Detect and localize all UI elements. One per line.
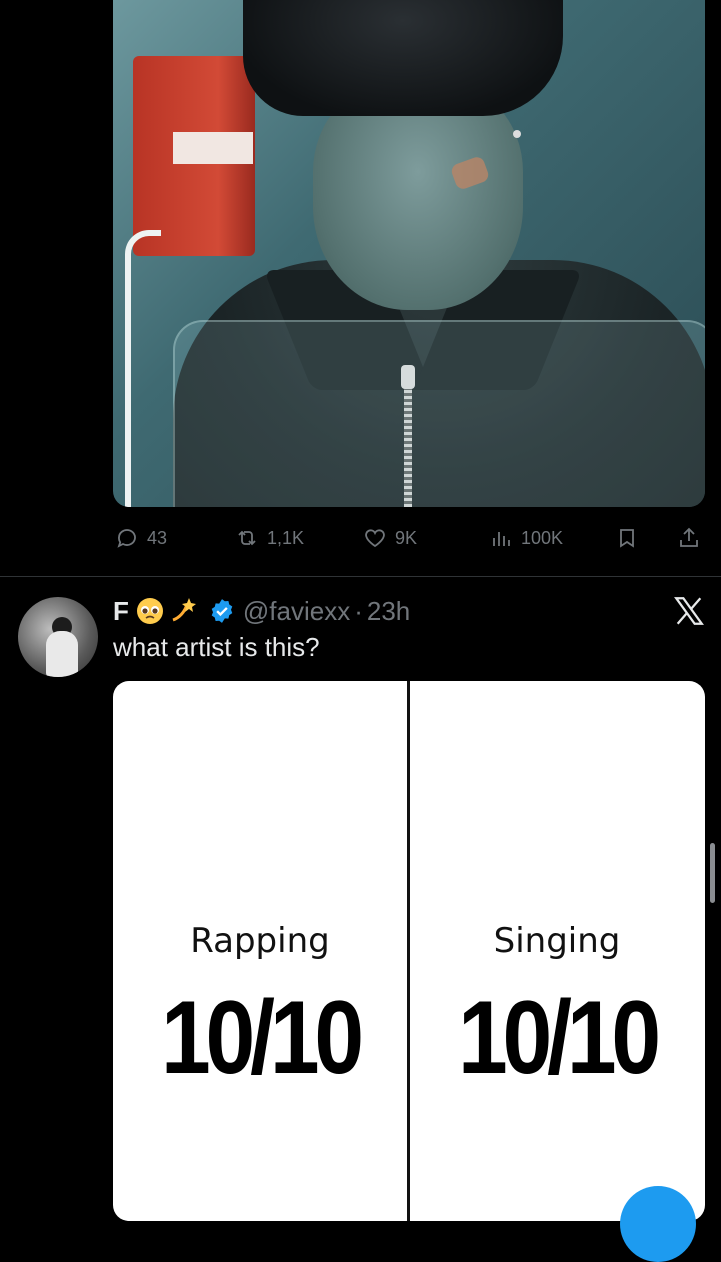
heart-icon (365, 529, 385, 548)
like-button[interactable]: 9K (363, 526, 417, 550)
photo-zip-pull (401, 365, 415, 389)
scrollbar[interactable] (710, 843, 715, 903)
compose-fab-button[interactable] (620, 1186, 696, 1262)
timestamp[interactable]: 23h (367, 596, 410, 627)
tweet-divider (0, 576, 721, 577)
verified-badge-icon (211, 599, 233, 623)
tweet-image[interactable]: Rapping Singing 10/10 10/10 (113, 681, 705, 1221)
reply-button[interactable]: 43 (115, 526, 167, 550)
reply-icon (117, 529, 136, 548)
photo-cap (243, 0, 563, 116)
photo-earring (513, 130, 521, 138)
singing-score: 10/10 (457, 980, 661, 1096)
x-logo-icon[interactable] (672, 594, 706, 628)
repost-count: 1,1K (267, 527, 305, 548)
singing-label: Singing (493, 921, 621, 961)
photo-red-stripe (173, 132, 253, 164)
photo-glass (173, 320, 705, 507)
share-button[interactable] (677, 526, 701, 550)
tweet-action-bar: 43 1,1K 9K 100K (113, 518, 705, 558)
photo-rail (125, 230, 161, 507)
avatar-figure (46, 631, 78, 677)
view-count: 100K (521, 527, 564, 548)
photo-zipper (404, 375, 412, 507)
tweet-text: what artist is this? (113, 632, 320, 662)
like-count: 9K (395, 527, 418, 548)
separator-dot: · (354, 595, 363, 626)
avatar[interactable] (18, 597, 98, 677)
tweet-photo[interactable] (113, 0, 705, 507)
views-button[interactable]: 100K (489, 526, 563, 550)
pleading-face-emoji-icon (136, 598, 163, 624)
bookmark-icon (620, 529, 634, 548)
repost-button[interactable]: 1,1K (235, 526, 304, 550)
dizzy-emoji-icon (172, 598, 196, 622)
repost-icon (238, 530, 256, 546)
rapping-label: Rapping (190, 921, 330, 961)
tweet-header: F @faviexx · 23h (113, 591, 410, 631)
views-chart-icon (493, 532, 510, 546)
share-icon (680, 527, 698, 547)
bookmark-button[interactable] (615, 526, 639, 550)
reply-count: 43 (147, 527, 168, 548)
user-handle[interactable]: @faviexx (243, 596, 350, 627)
rapping-score: 10/10 (160, 980, 364, 1096)
display-name[interactable]: F (113, 596, 129, 627)
